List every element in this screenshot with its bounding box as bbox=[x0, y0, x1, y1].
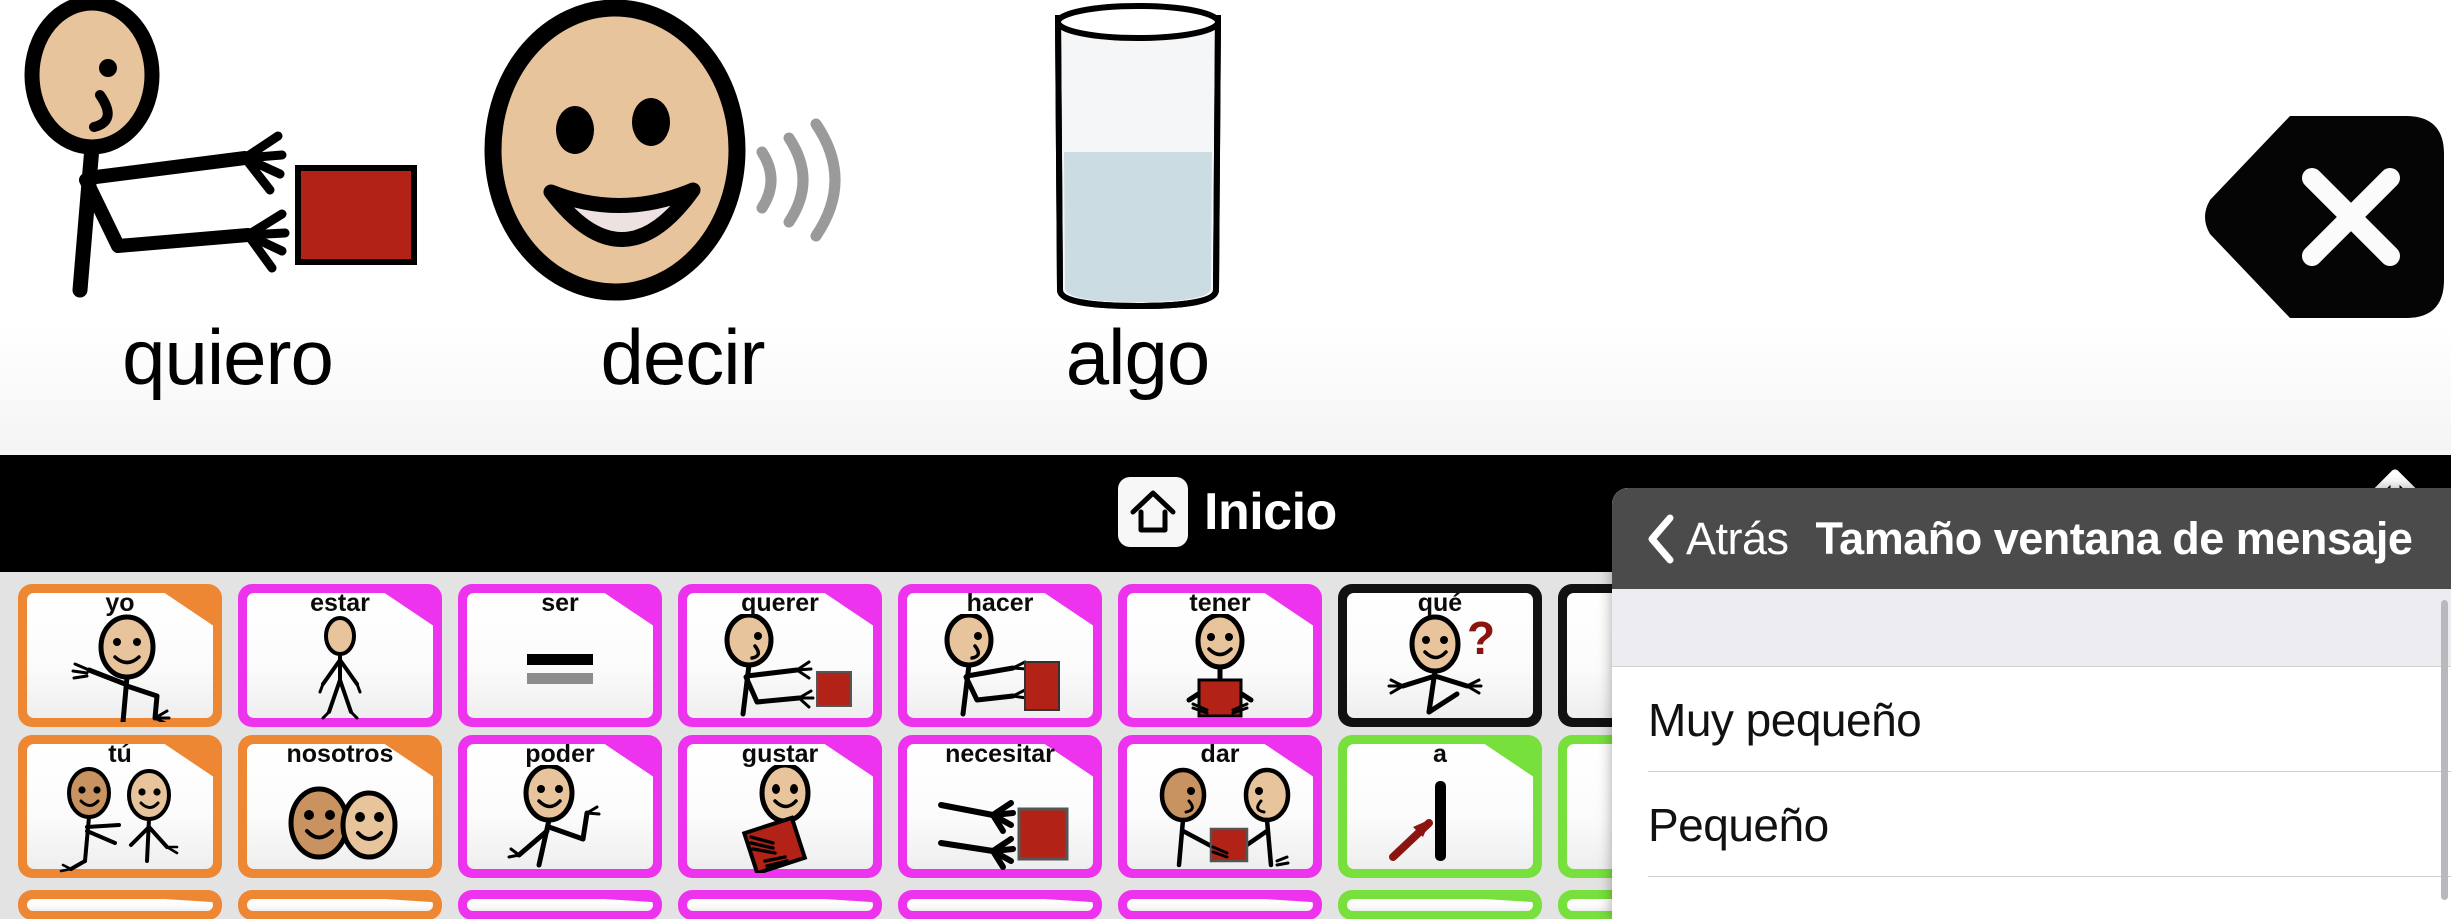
popover-option-row[interactable] bbox=[1612, 877, 2451, 919]
grid-cell-estar[interactable]: estar bbox=[238, 584, 442, 727]
message-sentence-strip[interactable]: quiero decir algo bbox=[0, 0, 1365, 455]
home-button[interactable]: Inicio bbox=[1118, 477, 1337, 547]
message-window[interactable]: quiero decir algo bbox=[0, 0, 2451, 455]
message-item-label: algo bbox=[1065, 313, 1210, 401]
message-item[interactable]: quiero bbox=[0, 0, 455, 455]
grid-cell-partial[interactable] bbox=[1338, 890, 1542, 919]
back-button[interactable]: Atrás bbox=[1646, 513, 1789, 565]
grid-cell-ser[interactable]: ser bbox=[458, 584, 662, 727]
popover-option-row[interactable]: Muy pequeño bbox=[1612, 667, 2451, 772]
person-reaching-for-red-square-icon bbox=[24, 0, 417, 298]
home-button-label: Inicio bbox=[1204, 483, 1337, 541]
grid-cell-partial[interactable] bbox=[678, 890, 882, 919]
popover-section-spacer bbox=[1612, 589, 2451, 667]
message-item-label: decir bbox=[600, 313, 765, 401]
clear-message-button[interactable] bbox=[2200, 112, 2448, 322]
grid-cell-partial[interactable] bbox=[1118, 890, 1322, 919]
message-item-label: quiero bbox=[122, 313, 334, 401]
popover-option-label: Muy pequeño bbox=[1648, 693, 1922, 746]
grid-cell-tu[interactable]: tú bbox=[18, 735, 222, 878]
grid-cell-a[interactable]: a bbox=[1338, 735, 1542, 878]
grid-cell-hacer[interactable]: hacer bbox=[898, 584, 1102, 727]
grid-cell-necesitar[interactable]: necesitar bbox=[898, 735, 1102, 878]
popover-option-label: Pequeño bbox=[1648, 798, 1829, 851]
grid-cell-poder[interactable]: poder bbox=[458, 735, 662, 878]
message-window-size-popover: Atrás Tamaño ventana de mensaje Muy pequ… bbox=[1612, 488, 2451, 919]
popover-title: Tamaño ventana de mensaje bbox=[1815, 512, 2413, 564]
popover-header: Atrás Tamaño ventana de mensaje bbox=[1612, 488, 2451, 589]
grid-cell-que[interactable]: qué ? bbox=[1338, 584, 1542, 727]
popover-scrollbar[interactable] bbox=[2441, 600, 2448, 900]
chevron-left-icon bbox=[1648, 514, 1674, 563]
glass-of-water-icon bbox=[1054, 3, 1222, 310]
grid-cell-dar[interactable]: dar bbox=[1118, 735, 1322, 878]
back-button-label: Atrás bbox=[1686, 512, 1789, 564]
grid-cell-gustar[interactable]: gustar bbox=[678, 735, 882, 878]
grid-cell-partial[interactable] bbox=[458, 890, 662, 919]
message-item[interactable]: decir bbox=[455, 0, 910, 455]
grid-cell-partial[interactable] bbox=[898, 890, 1102, 919]
home-icon bbox=[1118, 477, 1188, 547]
grid-cell-tener[interactable]: tener bbox=[1118, 584, 1322, 727]
grid-cell-partial[interactable] bbox=[238, 890, 442, 919]
popover-option-row[interactable]: Pequeño bbox=[1612, 772, 2451, 877]
grid-cell-querer[interactable]: querer bbox=[678, 584, 882, 727]
grid-cell-yo[interactable]: yo bbox=[18, 584, 222, 727]
grid-cell-partial[interactable] bbox=[18, 890, 222, 919]
talking-face-icon bbox=[484, 0, 841, 301]
message-item[interactable]: algo bbox=[910, 0, 1365, 455]
grid-cell-nosotros[interactable]: nosotros bbox=[238, 735, 442, 878]
